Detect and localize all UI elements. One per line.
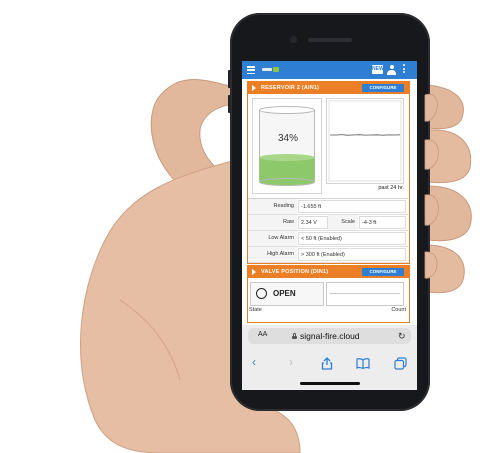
- valve-state-value: OPEN: [273, 289, 296, 298]
- more-options-icon[interactable]: [402, 64, 406, 76]
- user-icon[interactable]: [387, 65, 396, 75]
- high-alarm-value: > 300 ft (Enabled): [298, 248, 406, 261]
- count-caption: Count: [391, 307, 406, 313]
- reload-icon[interactable]: ↻: [398, 331, 406, 342]
- tank-gauge: 34%: [252, 98, 322, 194]
- hamburger-menu-icon[interactable]: [247, 66, 255, 75]
- raw-value: 2.34 V: [298, 216, 328, 229]
- low-alarm-value: < 50 ft (Enabled): [298, 232, 406, 245]
- url-text[interactable]: signal-fire.cloud: [300, 331, 360, 341]
- state-caption: State: [249, 307, 262, 313]
- reading-label: Reading: [248, 199, 297, 214]
- product-photo: NEW RESERVOIR 2 (AIN1) CONFIGURE 34% pas…: [0, 0, 487, 453]
- table-row: Raw 2.34 V Scale -4-3 ft: [248, 215, 408, 231]
- reservoir-title: RESERVOIR 2 (AIN1): [261, 85, 320, 91]
- configure-button[interactable]: CONFIGURE: [362, 268, 404, 276]
- url-field[interactable]: AA signal-fire.cloud ↻: [248, 328, 411, 344]
- reservoir-details-table: Reading -1.655 ft Raw 2.34 V Scale -4-3 …: [248, 198, 408, 263]
- reservoir-card: RESERVOIR 2 (AIN1) CONFIGURE 34% past 24…: [247, 81, 410, 264]
- back-icon[interactable]: ‹: [252, 355, 256, 369]
- reservoir-card-header[interactable]: RESERVOIR 2 (AIN1) CONFIGURE: [248, 82, 409, 94]
- forward-icon[interactable]: ›: [289, 355, 293, 369]
- reading-value: -1.655 ft: [298, 200, 406, 213]
- browser-toolbar: ‹ ›: [242, 347, 417, 390]
- level-trend-chart[interactable]: [326, 98, 404, 184]
- signal-fire-logo[interactable]: [262, 67, 280, 72]
- scale-value: -4-3 ft: [359, 216, 406, 229]
- table-row: Low Alarm < 50 ft (Enabled): [248, 231, 408, 247]
- tank-percent: 34%: [277, 133, 298, 144]
- low-alarm-label: Low Alarm: [248, 231, 297, 246]
- phone-screen: NEW RESERVOIR 2 (AIN1) CONFIGURE 34% pas…: [242, 61, 417, 390]
- high-alarm-label: High Alarm: [248, 247, 297, 262]
- scale-label: Scale: [328, 215, 358, 230]
- trend-line: [328, 100, 402, 182]
- valve-state-box: OPEN: [250, 282, 324, 306]
- valve-count-chart[interactable]: [326, 282, 404, 306]
- table-row: High Alarm > 300 ft (Enabled): [248, 247, 408, 263]
- app-header: NEW: [242, 61, 417, 79]
- chart-caption: past 24 hr.: [378, 185, 404, 191]
- phone: NEW RESERVOIR 2 (AIN1) CONFIGURE 34% pas…: [230, 13, 430, 411]
- new-badge[interactable]: NEW: [372, 65, 384, 74]
- browser-address-bar: AA signal-fire.cloud ↻: [242, 325, 417, 347]
- raw-label: Raw: [248, 215, 297, 230]
- collapse-triangle-icon[interactable]: [252, 269, 256, 275]
- tabs-icon[interactable]: [394, 357, 407, 370]
- valve-card-header[interactable]: VALVE POSITION (DIN1) CONFIGURE: [248, 266, 409, 278]
- lock-icon: [292, 333, 297, 339]
- valve-title: VALVE POSITION (DIN1): [261, 269, 329, 275]
- collapse-triangle-icon[interactable]: [252, 85, 256, 91]
- share-icon[interactable]: [321, 357, 333, 370]
- earpiece-speaker: [308, 38, 352, 42]
- front-camera: [290, 36, 297, 43]
- tank-cylinder: [259, 106, 315, 186]
- open-circle-icon: [256, 288, 267, 299]
- text-size-button[interactable]: AA: [258, 331, 267, 338]
- valve-card: VALVE POSITION (DIN1) CONFIGURE OPEN Sta…: [247, 265, 410, 323]
- table-row: Reading -1.655 ft: [248, 199, 408, 215]
- home-indicator: [300, 382, 360, 385]
- configure-button[interactable]: CONFIGURE: [362, 84, 404, 92]
- bookmarks-icon[interactable]: [356, 358, 370, 369]
